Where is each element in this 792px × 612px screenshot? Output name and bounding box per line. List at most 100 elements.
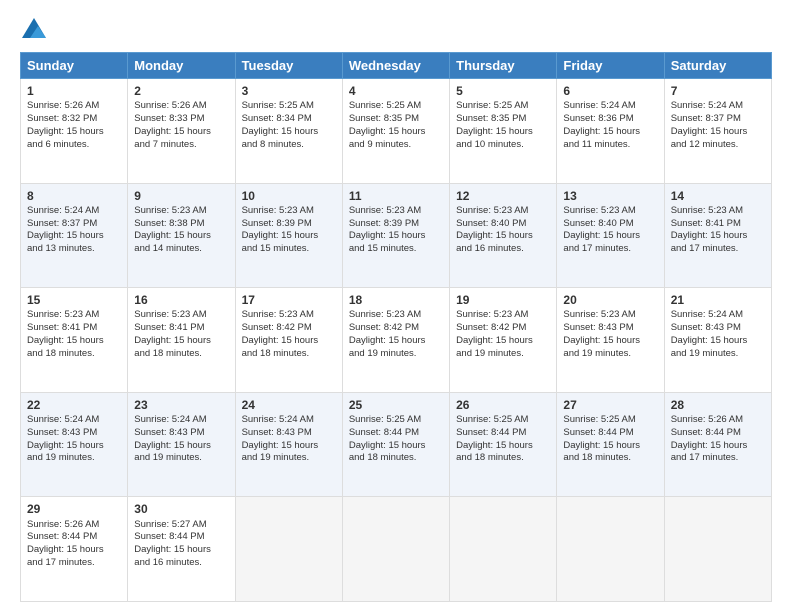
header-cell-friday: Friday: [557, 53, 664, 79]
day-info-line: Sunrise: 5:23 AM: [671, 205, 765, 218]
day-number: 30: [134, 501, 228, 517]
week-row-1: 1Sunrise: 5:26 AMSunset: 8:32 PMDaylight…: [21, 79, 772, 184]
day-info-line: Sunrise: 5:23 AM: [242, 205, 336, 218]
day-info-line: Daylight: 15 hours: [349, 230, 443, 243]
day-info-line: Sunrise: 5:23 AM: [563, 309, 657, 322]
day-info-line: Sunrise: 5:25 AM: [456, 414, 550, 427]
day-info-line: Sunset: 8:43 PM: [27, 427, 121, 440]
day-number: 19: [456, 292, 550, 308]
calendar-cell: 6Sunrise: 5:24 AMSunset: 8:36 PMDaylight…: [557, 79, 664, 184]
day-info-line: Sunset: 8:39 PM: [349, 218, 443, 231]
day-number: 26: [456, 397, 550, 413]
calendar-cell: 12Sunrise: 5:23 AMSunset: 8:40 PMDayligh…: [450, 183, 557, 288]
day-info-line: Sunset: 8:39 PM: [242, 218, 336, 231]
day-info-line: Sunrise: 5:24 AM: [671, 100, 765, 113]
day-info-line: Sunrise: 5:23 AM: [349, 205, 443, 218]
day-info-line: and 15 minutes.: [349, 243, 443, 256]
day-info-line: Sunset: 8:37 PM: [27, 218, 121, 231]
day-info-line: Sunrise: 5:24 AM: [134, 414, 228, 427]
calendar-body: 1Sunrise: 5:26 AMSunset: 8:32 PMDaylight…: [21, 79, 772, 602]
day-info-line: and 19 minutes.: [349, 348, 443, 361]
day-info-line: Sunrise: 5:23 AM: [563, 205, 657, 218]
day-number: 29: [27, 501, 121, 517]
header-cell-tuesday: Tuesday: [235, 53, 342, 79]
day-info-line: and 19 minutes.: [671, 348, 765, 361]
calendar-cell: 13Sunrise: 5:23 AMSunset: 8:40 PMDayligh…: [557, 183, 664, 288]
day-info-line: and 6 minutes.: [27, 139, 121, 152]
day-info-line: Daylight: 15 hours: [456, 126, 550, 139]
day-info-line: and 18 minutes.: [563, 452, 657, 465]
week-row-4: 22Sunrise: 5:24 AMSunset: 8:43 PMDayligh…: [21, 392, 772, 497]
day-info-line: and 14 minutes.: [134, 243, 228, 256]
day-number: 6: [563, 83, 657, 99]
day-info-line: Sunset: 8:33 PM: [134, 113, 228, 126]
day-info-line: Sunrise: 5:23 AM: [134, 205, 228, 218]
calendar-cell: [235, 497, 342, 602]
calendar-cell: 11Sunrise: 5:23 AMSunset: 8:39 PMDayligh…: [342, 183, 449, 288]
day-number: 4: [349, 83, 443, 99]
day-info-line: Sunset: 8:37 PM: [671, 113, 765, 126]
calendar-header: SundayMondayTuesdayWednesdayThursdayFrid…: [21, 53, 772, 79]
day-info-line: Sunrise: 5:24 AM: [242, 414, 336, 427]
header-cell-sunday: Sunday: [21, 53, 128, 79]
day-info-line: Sunrise: 5:27 AM: [134, 519, 228, 532]
day-info-line: and 16 minutes.: [456, 243, 550, 256]
day-info-line: Sunrise: 5:26 AM: [671, 414, 765, 427]
day-info-line: and 17 minutes.: [27, 557, 121, 570]
day-info-line: Sunset: 8:44 PM: [349, 427, 443, 440]
header-cell-wednesday: Wednesday: [342, 53, 449, 79]
day-info-line: Sunset: 8:40 PM: [563, 218, 657, 231]
day-info-line: Sunset: 8:40 PM: [456, 218, 550, 231]
day-info-line: Daylight: 15 hours: [671, 335, 765, 348]
day-number: 10: [242, 188, 336, 204]
day-info-line: and 11 minutes.: [563, 139, 657, 152]
day-info-line: Sunset: 8:41 PM: [671, 218, 765, 231]
day-number: 8: [27, 188, 121, 204]
day-info-line: Sunset: 8:34 PM: [242, 113, 336, 126]
day-info-line: Daylight: 15 hours: [242, 126, 336, 139]
day-number: 27: [563, 397, 657, 413]
calendar-cell: 21Sunrise: 5:24 AMSunset: 8:43 PMDayligh…: [664, 288, 771, 393]
day-info-line: and 19 minutes.: [242, 452, 336, 465]
calendar-cell: 22Sunrise: 5:24 AMSunset: 8:43 PMDayligh…: [21, 392, 128, 497]
calendar-cell: [450, 497, 557, 602]
day-number: 11: [349, 188, 443, 204]
day-info-line: Sunset: 8:32 PM: [27, 113, 121, 126]
logo: [20, 16, 52, 44]
calendar-cell: 28Sunrise: 5:26 AMSunset: 8:44 PMDayligh…: [664, 392, 771, 497]
calendar-cell: 25Sunrise: 5:25 AMSunset: 8:44 PMDayligh…: [342, 392, 449, 497]
week-row-5: 29Sunrise: 5:26 AMSunset: 8:44 PMDayligh…: [21, 497, 772, 602]
day-info-line: Sunset: 8:42 PM: [242, 322, 336, 335]
header-row: SundayMondayTuesdayWednesdayThursdayFrid…: [21, 53, 772, 79]
week-row-3: 15Sunrise: 5:23 AMSunset: 8:41 PMDayligh…: [21, 288, 772, 393]
day-info-line: and 18 minutes.: [456, 452, 550, 465]
day-info-line: Daylight: 15 hours: [349, 335, 443, 348]
calendar-cell: 30Sunrise: 5:27 AMSunset: 8:44 PMDayligh…: [128, 497, 235, 602]
logo-icon: [20, 16, 48, 44]
day-info-line: Sunset: 8:42 PM: [456, 322, 550, 335]
calendar-cell: 2Sunrise: 5:26 AMSunset: 8:33 PMDaylight…: [128, 79, 235, 184]
day-info-line: Sunrise: 5:24 AM: [27, 205, 121, 218]
calendar-cell: 3Sunrise: 5:25 AMSunset: 8:34 PMDaylight…: [235, 79, 342, 184]
day-info-line: Daylight: 15 hours: [349, 126, 443, 139]
day-info-line: Sunset: 8:43 PM: [134, 427, 228, 440]
day-info-line: Sunrise: 5:23 AM: [27, 309, 121, 322]
day-info-line: Sunset: 8:35 PM: [456, 113, 550, 126]
day-info-line: Sunrise: 5:23 AM: [242, 309, 336, 322]
calendar-cell: 9Sunrise: 5:23 AMSunset: 8:38 PMDaylight…: [128, 183, 235, 288]
day-number: 22: [27, 397, 121, 413]
day-info-line: Sunrise: 5:25 AM: [242, 100, 336, 113]
day-info-line: and 10 minutes.: [456, 139, 550, 152]
day-number: 1: [27, 83, 121, 99]
day-info-line: and 19 minutes.: [134, 452, 228, 465]
calendar-cell: 10Sunrise: 5:23 AMSunset: 8:39 PMDayligh…: [235, 183, 342, 288]
day-number: 5: [456, 83, 550, 99]
day-info-line: Daylight: 15 hours: [134, 440, 228, 453]
day-info-line: Sunrise: 5:26 AM: [134, 100, 228, 113]
day-info-line: Sunrise: 5:25 AM: [349, 414, 443, 427]
day-info-line: and 19 minutes.: [456, 348, 550, 361]
day-info-line: Daylight: 15 hours: [27, 126, 121, 139]
calendar-cell: 26Sunrise: 5:25 AMSunset: 8:44 PMDayligh…: [450, 392, 557, 497]
day-info-line: Daylight: 15 hours: [563, 440, 657, 453]
day-info-line: Daylight: 15 hours: [671, 126, 765, 139]
